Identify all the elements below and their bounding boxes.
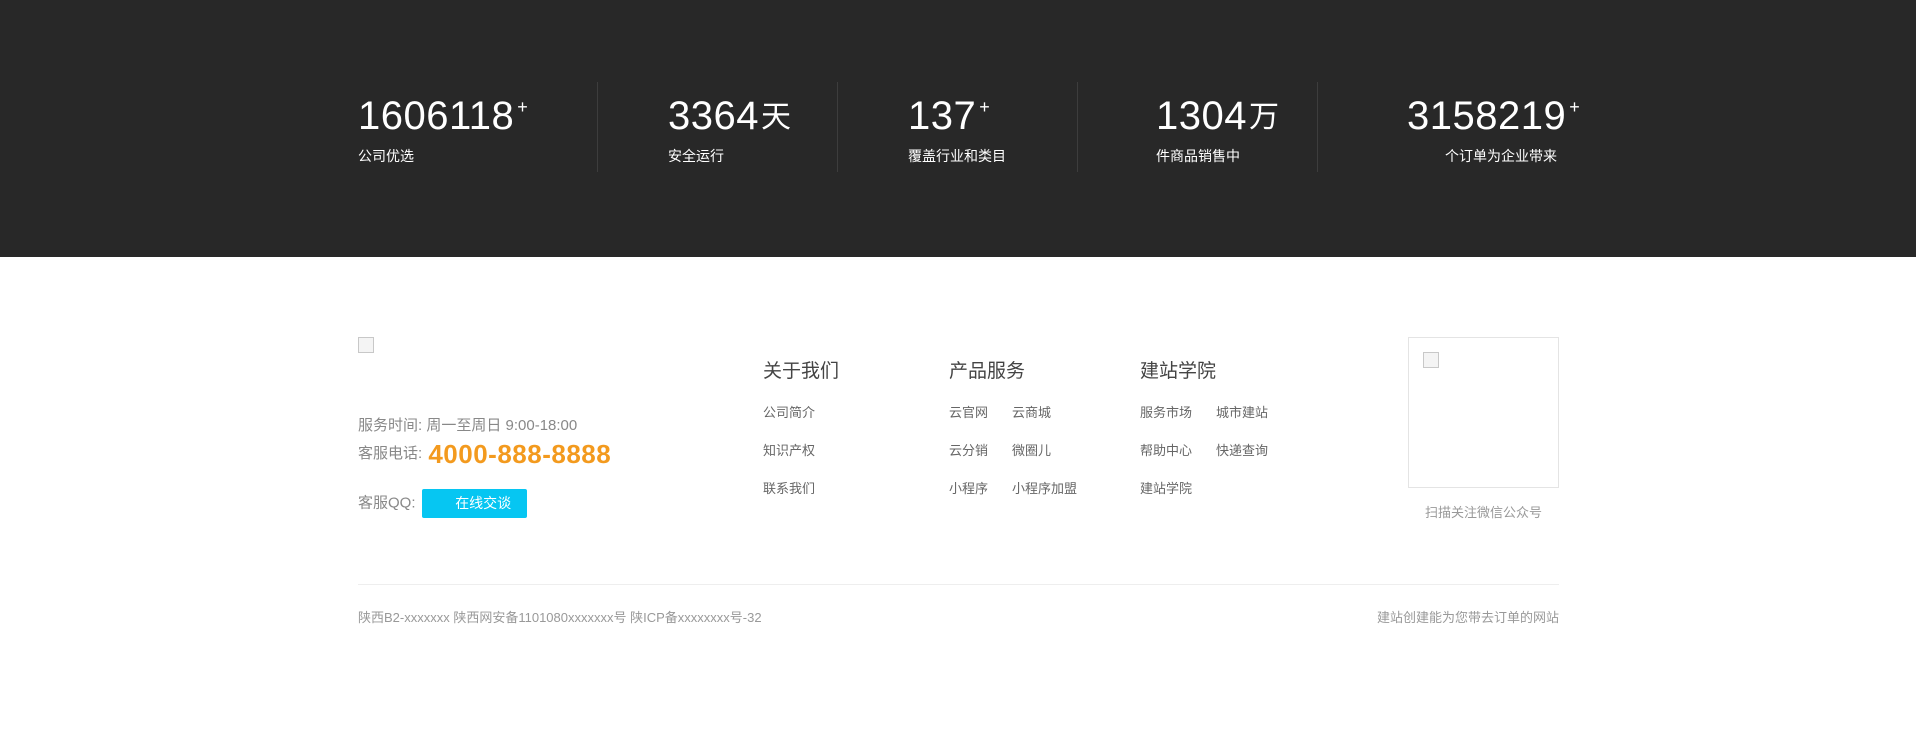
service-phone: 客服电话: 4000-888-8888 [358,441,611,467]
footer-link-cloud-site[interactable]: 云官网 [949,402,988,424]
stat-companies: 1606118 + 公司优选 [358,90,528,166]
footer-col-academy: 建站学院 服务市场 城市建站 帮助中心 快递查询 建站学院 [1140,359,1268,500]
stat-unit: 天 [760,101,791,134]
stat-divider [837,82,838,172]
stat-divider [1317,82,1318,172]
stat-label: 件商品销售中 [1156,148,1240,164]
stat-label: 公司优选 [358,148,414,164]
footer-slogan: 建站创建能为您带去订单的网站 [1376,610,1559,625]
footer-logo-image [358,337,374,353]
qr-caption: 扫描关注微信公众号 [1424,505,1542,520]
stat-orders: 3158219 + 个订单为企业带来 [1407,90,1580,166]
footer-link-contact[interactable]: 联系我们 [763,478,839,500]
stat-label: 个订单为企业带来 [1445,148,1557,164]
footer-col-title: 建站学院 [1140,361,1217,382]
stat-unit: 万 [1248,101,1279,134]
wechat-qr-code [1408,337,1559,488]
service-phone-number: 4000-888-8888 [428,439,612,470]
online-chat-button[interactable]: 在线交谈 [421,489,527,518]
stat-plus-sign: + [517,97,528,117]
service-qq: 客服QQ: 在线交谈 [358,489,527,518]
footer-link-help-center[interactable]: 帮助中心 [1140,440,1192,462]
copyright-text: 陕西B2-xxxxxxx 陕西网安备1101080xxxxxxx号 陕ICP备x… [358,610,762,625]
stat-plus-sign: + [979,97,990,117]
footer-col-about: 关于我们 公司简介 知识产权 联系我们 [763,359,839,500]
stat-number: 137 [908,94,977,138]
stat-number: 3158219 [1407,94,1567,138]
footer-link-city-site[interactable]: 城市建站 [1216,402,1268,424]
stat-divider [1077,82,1078,172]
stat-number: 3364 [668,94,759,138]
footer-link-mini-program-franchise[interactable]: 小程序加盟 [1012,478,1077,500]
footer-link-express-query[interactable]: 快递查询 [1216,440,1268,462]
service-hours-label: 服务时间: [358,417,423,434]
service-hours-value: 周一至周日 9:00-18:00 [426,417,578,434]
footer-col-links: 公司简介 知识产权 联系我们 [763,402,839,500]
stat-plus-sign: + [1569,97,1580,117]
stat-label: 安全运行 [668,148,724,164]
footer-link-cloud-distribution[interactable]: 云分销 [949,440,988,462]
footer-col-links: 云官网 云商城 云分销 微圈儿 小程序 小程序加盟 [949,402,1077,500]
footer: 服务时间: 周一至周日 9:00-18:00 客服电话: 4000-888-88… [0,257,1916,748]
service-hours: 服务时间: 周一至周日 9:00-18:00 [358,415,577,437]
footer-link-cloud-mall[interactable]: 云商城 [1012,402,1077,424]
footer-divider [358,584,1559,585]
stat-label: 覆盖行业和类目 [908,148,1006,164]
footer-col-title: 产品服务 [949,361,1026,382]
footer-col-links: 服务市场 城市建站 帮助中心 快递查询 建站学院 [1140,402,1268,500]
footer-link-company-intro[interactable]: 公司简介 [763,402,839,424]
stat-divider [597,82,598,172]
footer-col-title: 关于我们 [763,361,840,382]
service-phone-label: 客服电话: [358,445,423,462]
footer-link-service-market[interactable]: 服务市场 [1140,402,1192,424]
service-qq-label: 客服QQ: [358,494,416,512]
stat-industries: 137 + 覆盖行业和类目 [908,90,1006,166]
footer-col-products: 产品服务 云官网 云商城 云分销 微圈儿 小程序 小程序加盟 [949,359,1077,500]
stat-number: 1606118 [358,94,515,138]
footer-link-mini-program[interactable]: 小程序 [949,478,988,500]
footer-link-ip[interactable]: 知识产权 [763,440,839,462]
stat-number: 1304 [1156,94,1247,138]
stat-safe-days: 3364 天 安全运行 [668,90,791,166]
stat-products: 1304 万 件商品销售中 [1156,90,1279,166]
footer-link-academy[interactable]: 建站学院 [1140,478,1192,500]
footer-link-weiquan[interactable]: 微圈儿 [1012,440,1077,462]
qr-image [1423,352,1439,368]
stats-band: 1606118 + 公司优选 3364 天 安全运行 137 + 覆盖行业和类目… [0,0,1916,257]
